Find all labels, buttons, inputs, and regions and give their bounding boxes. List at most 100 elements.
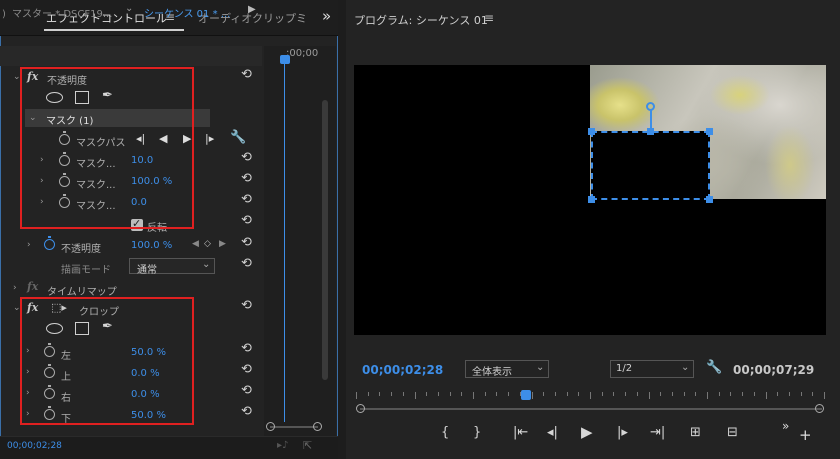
settings-wrench-icon[interactable]: 🔧 — [706, 360, 722, 375]
reset-invert-icon[interactable]: ⟲ — [241, 213, 252, 228]
expand-opacity-value-icon[interactable]: › — [27, 240, 31, 250]
mini-zoom-left-handle[interactable] — [266, 422, 275, 431]
ruler-tick — [473, 392, 474, 399]
ruler-tick — [766, 392, 767, 399]
program-current-time[interactable]: 00;00;02;28 — [362, 363, 443, 377]
mask-vertex-bottom-right[interactable] — [706, 196, 713, 203]
mark-in-icon[interactable]: { — [441, 425, 449, 440]
ruler-tick — [754, 392, 755, 396]
reset-blend-icon[interactable]: ⟲ — [241, 256, 252, 271]
ruler-tick — [590, 392, 591, 399]
program-playhead[interactable] — [521, 390, 531, 400]
ruler-tick — [415, 392, 416, 399]
ruler-tick — [602, 392, 603, 396]
mask-wrench-icon[interactable]: 🔧 — [230, 130, 246, 145]
ruler-tick — [695, 392, 696, 396]
ruler-tick — [613, 392, 614, 396]
ruler-tick — [625, 392, 626, 396]
ruler-tick — [543, 392, 544, 396]
ruler-tick — [567, 392, 568, 396]
effect-panel-scrollbar[interactable] — [322, 100, 328, 380]
reset-opacity-icon[interactable]: ⟲ — [241, 67, 252, 82]
more-buttons-icon[interactable]: » — [782, 419, 789, 433]
play-only-icon[interactable]: ▶ — [248, 4, 256, 15]
extract-icon[interactable]: ⊟ — [727, 425, 738, 440]
effect-panel-timecode[interactable]: 00;00;02;28 — [7, 441, 62, 451]
export-icon[interactable]: ⇱ — [303, 439, 312, 452]
mask-vertex-bottom-left[interactable] — [588, 196, 595, 203]
mask-anchor-handle[interactable] — [646, 102, 655, 111]
expand-time-remap-icon[interactable]: › — [13, 283, 17, 293]
mask-vertex-top-mid[interactable] — [647, 128, 654, 135]
program-monitor-title[interactable]: プログラム: シーケンス 01 — [354, 12, 488, 28]
track-forward-icon[interactable]: |▸ — [205, 132, 214, 145]
reset-crop-top-icon[interactable]: ⟲ — [241, 362, 252, 377]
ruler-tick — [426, 392, 427, 396]
active-tab-underline — [44, 29, 184, 31]
reset-crop-right-icon[interactable]: ⟲ — [241, 383, 252, 398]
ruler-tick — [742, 392, 743, 396]
resolution-dropdown-icon[interactable]: ⌄ — [681, 362, 689, 373]
reset-crop-bottom-icon[interactable]: ⟲ — [241, 404, 252, 419]
source-row — [0, 46, 262, 66]
reset-crop-left-icon[interactable]: ⟲ — [241, 341, 252, 356]
ruler-tick — [485, 392, 486, 396]
source-dropdown-icon[interactable]: ⌄ — [125, 3, 133, 14]
step-back-icon[interactable]: ◂| — [547, 425, 558, 440]
program-menu-icon[interactable]: ≡ — [484, 11, 494, 25]
mark-out-icon[interactable]: } — [473, 425, 481, 440]
ruler-tick — [578, 392, 579, 396]
more-panels-chevron-icon[interactable]: » — [322, 7, 331, 25]
mini-playhead[interactable] — [280, 55, 290, 64]
reset-crop-icon[interactable]: ⟲ — [241, 298, 252, 313]
reset-feather-icon[interactable]: ⟲ — [241, 150, 252, 165]
mask-highlight-box — [20, 67, 194, 229]
ruler-tick — [356, 392, 357, 399]
mask-vertex-top-left[interactable] — [588, 128, 595, 135]
go-to-in-icon[interactable]: |⇤ — [513, 425, 528, 440]
add-keyframe-icon[interactable]: ◇ — [204, 239, 211, 249]
zoom-dropdown-icon[interactable]: ⌄ — [536, 362, 544, 373]
lift-icon[interactable]: ⊞ — [690, 425, 701, 440]
crop-highlight-box — [20, 297, 194, 425]
ruler-tick — [450, 392, 451, 396]
step-forward-icon[interactable]: |▸ — [617, 425, 628, 440]
reset-expansion-icon[interactable]: ⟲ — [241, 192, 252, 207]
blend-mode-label: 描画モード — [61, 265, 111, 276]
mini-zoom-bar[interactable] — [270, 426, 318, 428]
play-stop-icon[interactable]: ▶ — [581, 423, 593, 441]
ruler-tick — [719, 392, 720, 396]
ruler-tick — [391, 392, 392, 396]
ruler-tick — [649, 392, 650, 399]
ruler-tick — [379, 392, 380, 396]
ruler-tick — [555, 392, 556, 396]
source-sequence-label[interactable]: シーケンス 01 * ... — [144, 5, 230, 20]
program-zoom-bar[interactable] — [360, 408, 822, 410]
ruler-tick — [403, 392, 404, 396]
opacity-stopwatch-icon[interactable] — [44, 236, 55, 250]
reset-opacity-value-icon[interactable]: ⟲ — [241, 235, 252, 250]
program-zoom-left-handle[interactable] — [356, 404, 365, 413]
ruler-tick — [777, 392, 778, 396]
prev-keyframe-icon[interactable]: ◀ — [192, 239, 199, 249]
ruler-tick — [660, 392, 661, 396]
go-to-out-icon[interactable]: ⇥| — [650, 425, 665, 440]
mask-vertex-top-right[interactable] — [706, 128, 713, 135]
ruler-tick — [438, 392, 439, 396]
button-editor-icon[interactable]: + — [799, 426, 812, 444]
reset-mask-opacity-icon[interactable]: ⟲ — [241, 171, 252, 186]
ruler-tick — [824, 392, 825, 399]
audio-icon[interactable]: ▸♪ — [277, 440, 288, 451]
ruler-tick — [461, 392, 462, 396]
ruler-tick — [637, 392, 638, 396]
mini-zoom-right-handle[interactable] — [313, 422, 322, 431]
mask-shape-outline[interactable] — [591, 131, 710, 200]
program-time-ruler[interactable] — [356, 392, 825, 402]
opacity-value[interactable]: 100.0 % — [131, 240, 172, 251]
blend-dropdown-icon[interactable]: ⌄ — [202, 259, 210, 270]
zoom-level-value: 全体表示 — [472, 367, 512, 378]
next-keyframe-icon[interactable]: ▶ — [219, 239, 226, 249]
panel-edge-icon: ) — [2, 9, 6, 20]
program-zoom-right-handle[interactable] — [815, 404, 824, 413]
source-master-label[interactable]: マスター * DSCF19... — [12, 5, 112, 20]
